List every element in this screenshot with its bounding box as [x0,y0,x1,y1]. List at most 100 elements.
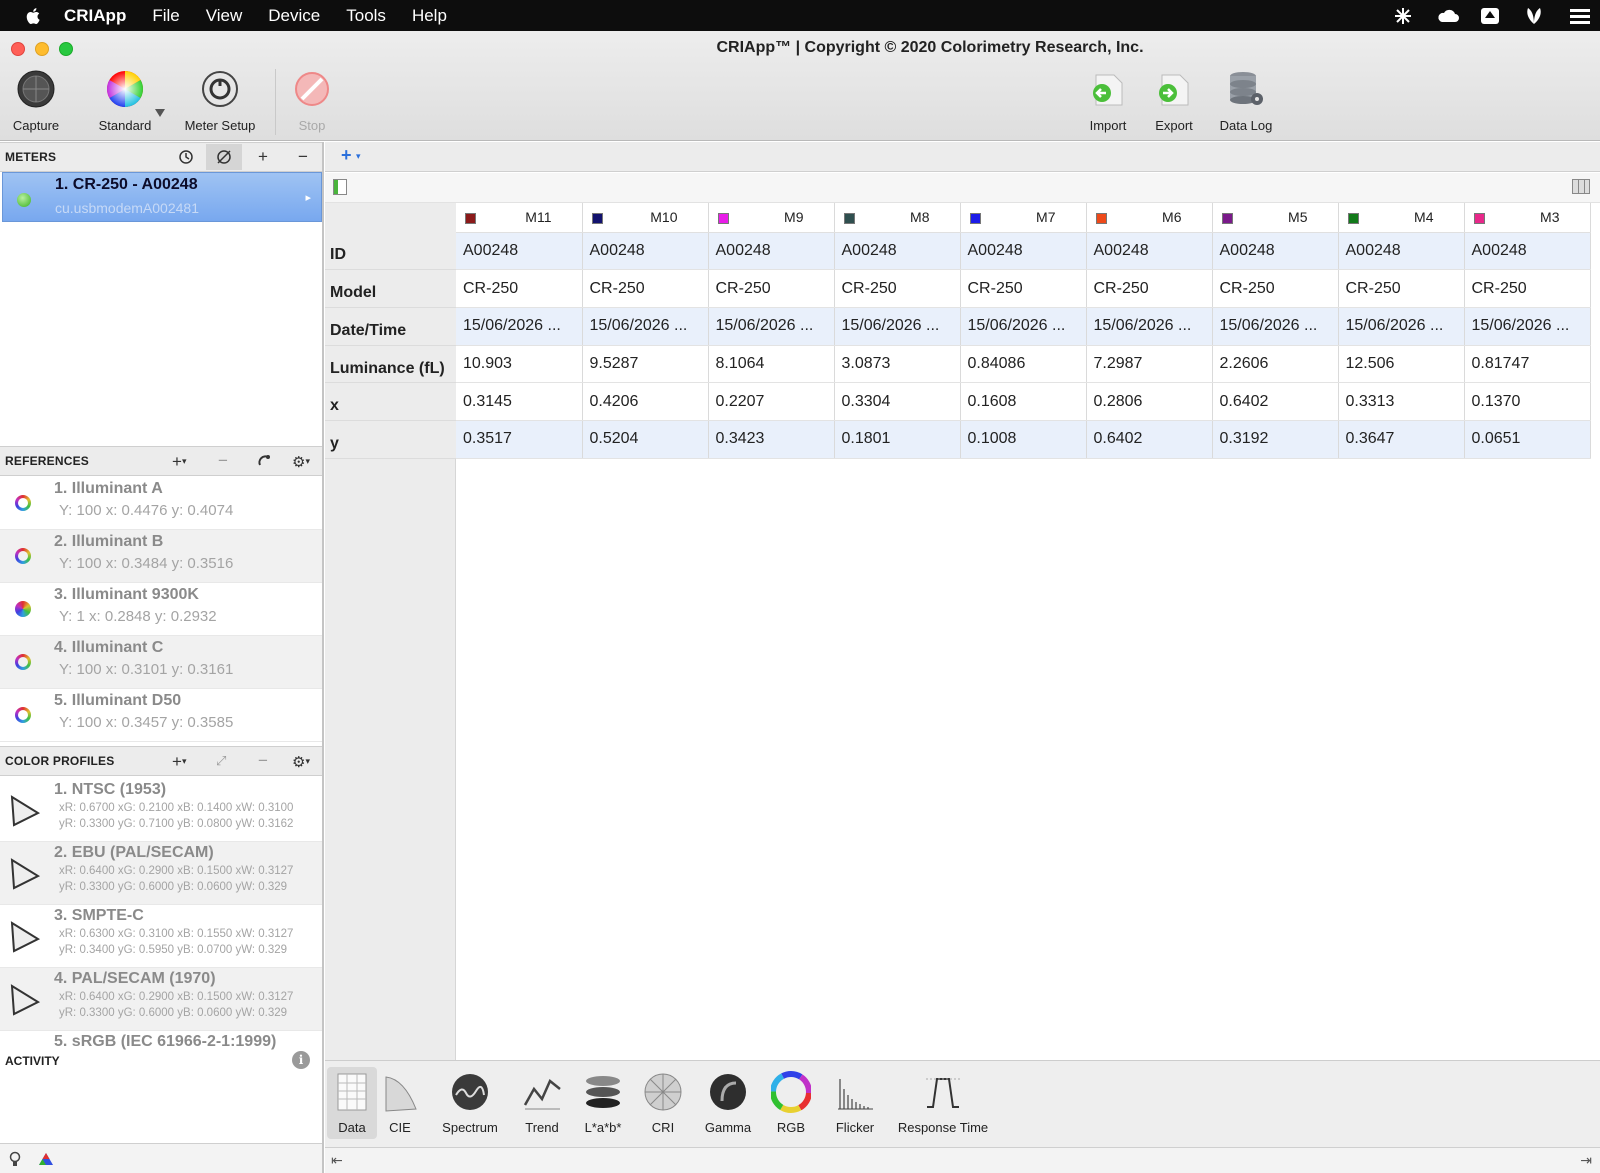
disconnect-toggle[interactable] [206,144,242,170]
tab-trend[interactable]: Trend [519,1067,565,1135]
data-log-button[interactable]: Data Log [1214,69,1278,133]
table-cell[interactable]: 15/06/2026 ... [456,307,583,346]
table-cell[interactable]: 15/06/2026 ... [582,307,709,346]
add-reference-icon[interactable]: +▾ [172,453,186,470]
tab-gamma[interactable]: Gamma [701,1067,755,1135]
table-cell[interactable]: A00248 [1464,232,1591,271]
tab-data[interactable]: Data [327,1067,377,1139]
standard-button[interactable]: Standard [88,69,162,133]
leaf-icon[interactable] [1524,7,1546,25]
tab-flicker[interactable]: Flicker [830,1067,880,1135]
table-cell[interactable]: 0.3145 [456,382,583,421]
menu-file[interactable]: File [152,6,179,26]
column-header[interactable]: M9 [708,203,835,233]
table-cell[interactable]: 0.3423 [708,420,835,459]
menu-view[interactable]: View [206,6,243,26]
list-item[interactable]: 1. Illuminant A Y: 100 x: 0.4476 y: 0.40… [0,477,322,530]
standard-dropdown-icon[interactable] [155,109,165,117]
minimize-window-button[interactable] [35,42,49,56]
table-cell[interactable]: CR-250 [960,269,1087,308]
zoom-window-button[interactable] [59,42,73,56]
table-cell[interactable]: 0.1370 [1464,382,1591,421]
capture-button[interactable]: Capture [8,69,64,133]
column-header[interactable]: M4 [1338,203,1465,233]
column-header[interactable]: M8 [834,203,961,233]
table-cell[interactable]: A00248 [1086,232,1213,271]
meter-disclosure-icon[interactable]: ▸ [305,191,311,204]
close-window-button[interactable] [11,42,25,56]
meter-item-selected[interactable]: 1. CR-250 - A00248 cu.usbmodemA002481 ▸ [2,172,322,222]
table-cell[interactable]: CR-250 [1338,269,1465,308]
remove-reference-icon[interactable]: − [218,452,228,469]
table-cell[interactable]: 0.84086 [960,345,1087,384]
add-measurement-icon[interactable]: + [341,145,352,166]
column-header[interactable]: M11 [456,203,583,233]
stack-icon[interactable] [1568,7,1590,25]
menu-help[interactable]: Help [412,6,447,26]
menu-device[interactable]: Device [268,6,320,26]
column-header[interactable]: M10 [582,203,709,233]
export-button[interactable]: Export [1148,69,1200,133]
table-cell[interactable]: CR-250 [582,269,709,308]
reference-settings-icon[interactable]: ⚙▾ [292,453,310,471]
table-cell[interactable]: 0.1608 [960,382,1087,421]
list-item[interactable]: 1. NTSC (1953) xR: 0.6700 xG: 0.2100 xB:… [0,779,322,842]
import-button[interactable]: Import [1082,69,1134,133]
list-item[interactable]: 3. Illuminant 9300K Y: 1 x: 0.2848 y: 0.… [0,583,322,636]
remove-meter-icon[interactable]: − [298,148,308,165]
table-cell[interactable]: 10.903 [456,345,583,384]
list-item[interactable]: 4. Illuminant C Y: 100 x: 0.3101 y: 0.31… [0,636,322,689]
stop-button[interactable]: Stop [288,69,336,133]
table-cell[interactable]: 0.81747 [1464,345,1591,384]
table-cell[interactable]: 0.2207 [708,382,835,421]
table-cell[interactable]: 0.3313 [1338,382,1465,421]
table-cell[interactable]: 15/06/2026 ... [708,307,835,346]
tab-lab[interactable]: L*a*b* [581,1067,625,1135]
table-cell[interactable]: A00248 [1212,232,1339,271]
profile-settings-icon[interactable]: ⚙▾ [292,753,310,771]
expand-profile-icon[interactable]: ⤢ [216,753,226,769]
list-item[interactable]: 2. EBU (PAL/SECAM) xR: 0.6400 xG: 0.2900… [0,842,322,905]
tab-response-time[interactable]: Response Time [895,1067,991,1135]
table-cell[interactable]: A00248 [1338,232,1465,271]
table-cell[interactable]: 0.2806 [1086,382,1213,421]
column-header[interactable]: M3 [1464,203,1591,233]
table-cell[interactable]: CR-250 [708,269,835,308]
table-cell[interactable]: A00248 [456,232,583,271]
table-cell[interactable]: 0.1801 [834,420,961,459]
list-item[interactable]: 2. Illuminant B Y: 100 x: 0.3484 y: 0.35… [0,530,322,583]
add-profile-icon[interactable]: +▾ [172,753,186,770]
reference-picker-icon[interactable] [256,453,272,469]
columns-icon[interactable] [1572,179,1590,194]
history-icon[interactable] [178,149,194,165]
table-cell[interactable]: A00248 [960,232,1087,271]
apple-icon[interactable] [24,6,44,26]
table-cell[interactable]: 7.2987 [1086,345,1213,384]
table-cell[interactable]: 15/06/2026 ... [1212,307,1339,346]
list-item[interactable]: 3. SMPTE-C xR: 0.6300 xG: 0.3100 xB: 0.1… [0,905,322,968]
tab-spectrum[interactable]: Spectrum [437,1067,503,1135]
expand-panel-icon[interactable]: ⇥ [1580,1152,1592,1169]
table-cell[interactable]: 2.2606 [1212,345,1339,384]
table-cell[interactable]: 0.3304 [834,382,961,421]
tab-cri[interactable]: CRI [643,1067,683,1135]
table-cell[interactable]: CR-250 [1086,269,1213,308]
table-cell[interactable]: 0.1008 [960,420,1087,459]
info-icon[interactable]: i [292,1051,310,1069]
collapse-sidebar-icon[interactable]: ⇤ [331,1152,343,1169]
menu-tools[interactable]: Tools [346,6,386,26]
lightbulb-icon[interactable] [8,1151,22,1167]
column-header[interactable]: M7 [960,203,1087,233]
brightness-icon[interactable] [1392,7,1414,25]
column-header[interactable]: M5 [1212,203,1339,233]
table-cell[interactable]: CR-250 [834,269,961,308]
table-cell[interactable]: 15/06/2026 ... [834,307,961,346]
add-measurement-dropdown-icon[interactable]: ▾ [356,151,361,162]
table-cell[interactable]: 12.506 [1338,345,1465,384]
table-cell[interactable]: 0.0651 [1464,420,1591,459]
remove-profile-icon[interactable]: − [258,752,268,769]
table-cell[interactable]: 9.5287 [582,345,709,384]
table-cell[interactable]: 0.5204 [582,420,709,459]
table-cell[interactable]: 15/06/2026 ... [960,307,1087,346]
table-cell[interactable]: 0.6402 [1086,420,1213,459]
